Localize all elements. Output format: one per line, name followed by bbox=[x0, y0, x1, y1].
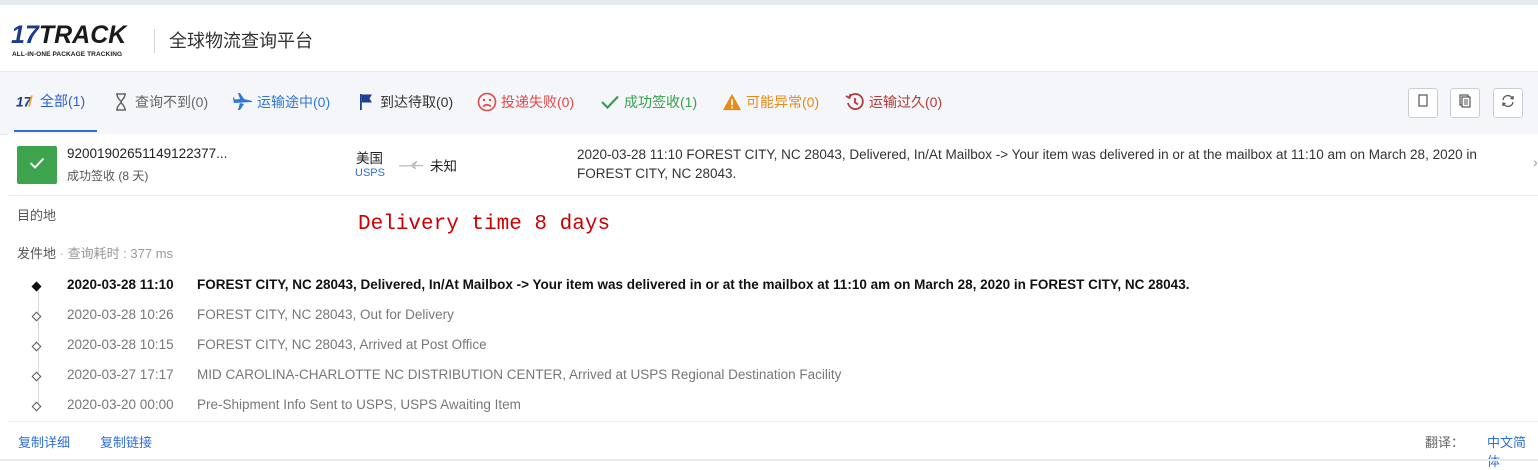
status-tabs: 17 全部(1) 查询不到(0) 运输途中(0) 到达待取(0) 投递失败(0)… bbox=[0, 72, 1538, 135]
timeline-dot bbox=[31, 371, 42, 382]
copy-details-link[interactable]: 复制详细 bbox=[18, 432, 70, 451]
checkmark-icon bbox=[29, 156, 45, 174]
tab-all-label: 全部(1) bbox=[40, 93, 86, 109]
tab-exception-label: 可能异常(0) bbox=[746, 94, 820, 110]
tab-delivered-label: 成功签收(1) bbox=[624, 94, 698, 110]
warning-icon bbox=[722, 92, 742, 112]
logo-wordmark: 17TRACK bbox=[11, 21, 127, 49]
header-divider bbox=[154, 29, 155, 53]
query-time: 查询耗时 : 377 ms bbox=[67, 246, 174, 261]
route-plane-icon bbox=[398, 157, 425, 169]
event-time: 2020-03-28 10:15 bbox=[67, 337, 174, 352]
timeline-dot bbox=[31, 401, 42, 412]
seventeen-track-logo[interactable]: 17TRACK ALL-IN-ONE PACKAGE TRACKING bbox=[11, 22, 141, 62]
timeline-event: 2020-03-27 17:17 MID CAROLINA-CHARLOTTE … bbox=[0, 367, 1538, 391]
site-header: 17TRACK ALL-IN-ONE PACKAGE TRACKING 全球物流… bbox=[0, 5, 1538, 72]
timeline-event: 2020-03-20 00:00 Pre-Shipment Info Sent … bbox=[0, 397, 1538, 421]
copy-all-button[interactable] bbox=[1450, 88, 1480, 118]
tab-not-found[interactable]: 查询不到(0) bbox=[111, 72, 208, 132]
site-title: 全球物流查询平台 bbox=[169, 31, 313, 51]
tracking-number[interactable]: 92001902651149122377... bbox=[67, 146, 227, 161]
translate-label: 翻译： bbox=[1425, 435, 1465, 450]
delivered-status-badge bbox=[17, 146, 57, 184]
timeline-event: 2020-03-28 10:26 FOREST CITY, NC 28043, … bbox=[0, 307, 1538, 331]
package-status: 成功签收 (8 天) bbox=[67, 169, 149, 183]
copy-button[interactable] bbox=[1408, 88, 1438, 118]
event-description: FOREST CITY, NC 28043, Delivered, In/At … bbox=[197, 277, 1190, 292]
separator: · bbox=[56, 246, 68, 261]
logo-tagline: ALL-IN-ONE PACKAGE TRACKING bbox=[12, 51, 123, 58]
tab-pickup-label: 到达待取(0) bbox=[380, 94, 454, 110]
refresh-icon bbox=[1501, 94, 1515, 113]
event-description: Pre-Shipment Info Sent to USPS, USPS Awa… bbox=[197, 397, 521, 412]
tab-expired[interactable]: 运输过久(0) bbox=[845, 72, 942, 132]
event-description: FOREST CITY, NC 28043, Out for Delivery bbox=[197, 307, 454, 322]
airplane-icon bbox=[233, 92, 253, 112]
delivery-time-annotation: Delivery time 8 days bbox=[358, 213, 611, 236]
tab-all[interactable]: 17 全部(1) bbox=[14, 72, 97, 132]
latest-event: 2020-03-28 11:10 FOREST CITY, NC 28043, … bbox=[577, 147, 1477, 181]
tab-not-found-label: 查询不到(0) bbox=[135, 94, 209, 110]
origin-label: 发件地 bbox=[17, 246, 57, 261]
tab-expired-label: 运输过久(0) bbox=[869, 94, 943, 110]
sad-face-icon bbox=[477, 92, 497, 112]
tab-in-transit-label: 运输途中(0) bbox=[257, 94, 331, 110]
copy-all-icon bbox=[1458, 93, 1472, 113]
destination-country: 未知 bbox=[430, 159, 457, 174]
tab-in-transit[interactable]: 运输途中(0) bbox=[233, 72, 330, 132]
event-description: FOREST CITY, NC 28043, Arrived at Post O… bbox=[197, 337, 487, 352]
copy-icon bbox=[1416, 93, 1430, 113]
origin-info: 发件地 · 查询耗时 : 377 ms bbox=[17, 243, 173, 262]
event-time: 2020-03-28 11:10 bbox=[67, 277, 174, 292]
timeline-dot bbox=[31, 341, 42, 352]
timeline-dot bbox=[31, 311, 42, 322]
timeline-event: 2020-03-28 11:10 FOREST CITY, NC 28043, … bbox=[0, 277, 1538, 301]
tab-delivery-failed-label: 投递失败(0) bbox=[501, 94, 575, 110]
clock-history-icon bbox=[845, 92, 865, 112]
package-row[interactable]: 92001902651149122377... 成功签收 (8 天) 美国 US… bbox=[8, 134, 1538, 196]
timeline-event: 2020-03-28 10:15 FOREST CITY, NC 28043, … bbox=[0, 337, 1538, 361]
tab-delivery-failed[interactable]: 投递失败(0) bbox=[477, 72, 574, 132]
seventeen-logo-icon: 17 bbox=[16, 91, 36, 111]
origin-carrier[interactable]: USPS bbox=[355, 167, 385, 179]
detail-footer: 复制详细 复制链接 翻译： 中文简体 bbox=[8, 421, 1538, 469]
hourglass-icon bbox=[111, 92, 131, 112]
origin-country: 美国 bbox=[356, 151, 383, 166]
tab-exception[interactable]: 可能异常(0) bbox=[722, 72, 819, 132]
event-time: 2020-03-27 17:17 bbox=[67, 367, 174, 382]
copy-link-link[interactable]: 复制链接 bbox=[100, 432, 152, 451]
event-time: 2020-03-28 10:26 bbox=[67, 307, 174, 322]
checkmark-icon bbox=[600, 92, 620, 112]
translate-language-select[interactable]: 中文简体 bbox=[1487, 432, 1538, 470]
tab-pickup[interactable]: 到达待取(0) bbox=[356, 72, 453, 132]
event-time: 2020-03-20 00:00 bbox=[67, 397, 174, 412]
timeline-dot-filled bbox=[31, 281, 42, 292]
expand-chevron-icon[interactable]: › bbox=[1533, 154, 1538, 170]
destination-label: 目的地 bbox=[17, 208, 57, 223]
event-description: MID CAROLINA-CHARLOTTE NC DISTRIBUTION C… bbox=[197, 367, 842, 382]
refresh-button[interactable] bbox=[1493, 88, 1523, 118]
tab-delivered[interactable]: 成功签收(1) bbox=[600, 72, 697, 132]
flag-icon bbox=[356, 92, 376, 112]
